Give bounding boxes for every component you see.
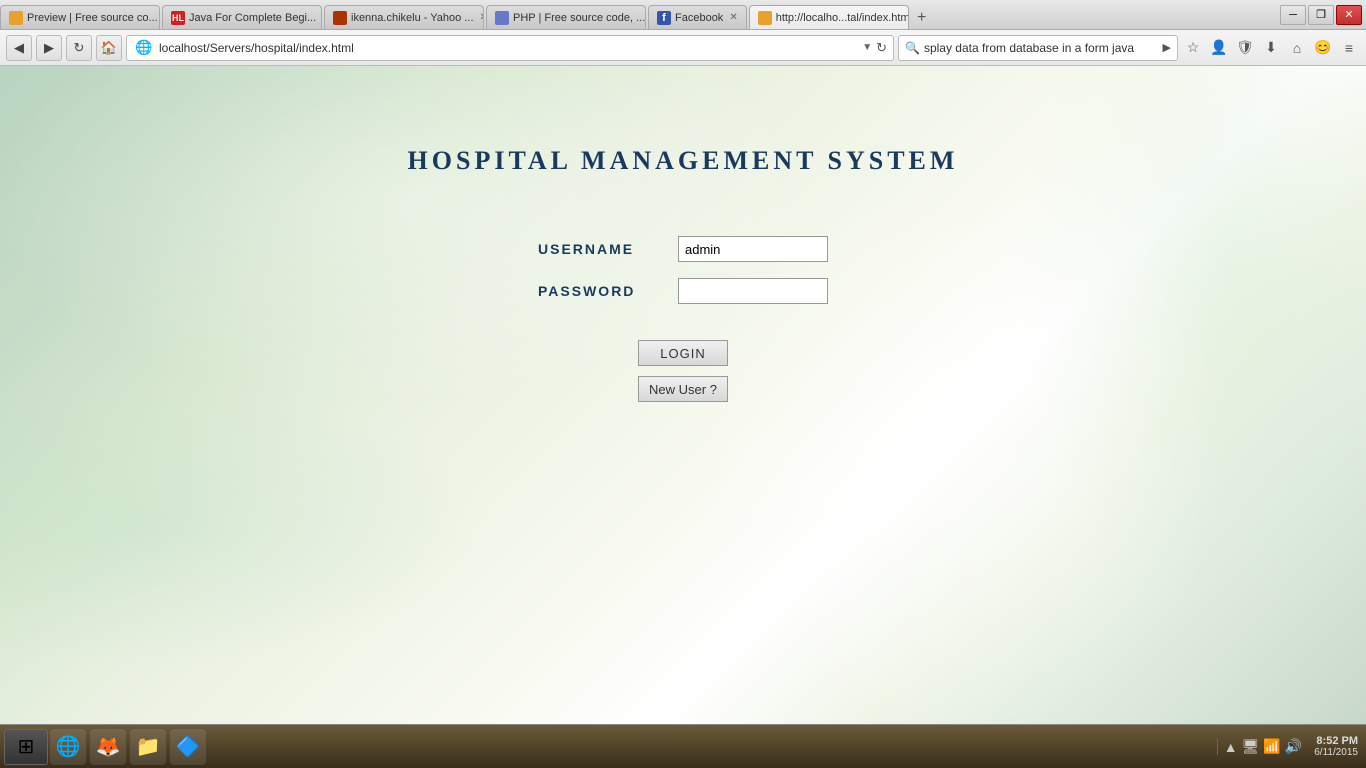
password-input[interactable]	[678, 278, 828, 304]
tab-favicon-6	[758, 11, 772, 25]
form-buttons: LOGIN New User ?	[638, 340, 728, 402]
clock-date: 6/11/2015	[1314, 747, 1358, 758]
search-input[interactable]	[924, 41, 1159, 55]
address-refresh-icon[interactable]: ↻	[876, 40, 887, 56]
shield-icon[interactable]: 🛡	[1234, 37, 1256, 59]
tab-close-3[interactable]: ✕	[480, 12, 484, 23]
tab-favicon-4	[495, 11, 509, 25]
menu-icon[interactable]: ≡	[1338, 37, 1360, 59]
tab-php[interactable]: PHP | Free source code, ... ✕	[486, 5, 646, 29]
user-icon[interactable]: 👤	[1208, 37, 1230, 59]
tray-signal-icon[interactable]: 📶	[1263, 738, 1280, 755]
title-bar: Preview | Free source co... ✕ HL Java Fo…	[0, 0, 1366, 30]
taskbar-apps: 🌐 🦊 📁 🔷	[50, 729, 1215, 765]
nav-icons: ☆ 👤 🛡 ⬇ ⌂ 😊 ≡	[1182, 37, 1360, 59]
browser-window: Preview | Free source co... ✕ HL Java Fo…	[0, 0, 1366, 768]
tab-java[interactable]: HL Java For Complete Begi... ✕	[162, 5, 322, 29]
username-input[interactable]	[678, 236, 828, 262]
clock-time: 8:52 PM	[1314, 735, 1358, 747]
address-bar-container[interactable]: 🌐 ▼ ↻	[126, 35, 894, 61]
back-button[interactable]: ◀	[6, 35, 32, 61]
tab-current[interactable]: http://localho...tal/index.html ✕	[749, 5, 909, 29]
minimize-button[interactable]: ─	[1280, 5, 1306, 25]
page-title: HOSPITAL MANAGEMENT SYSTEM	[408, 146, 959, 176]
window-controls: ─ ❐ ✕	[1280, 0, 1366, 29]
tray-network-icon[interactable]: 🖥	[1242, 738, 1260, 755]
tab-favicon-1	[9, 11, 23, 25]
tab-label-4: PHP | Free source code, ...	[513, 12, 645, 24]
tab-label-3: ikenna.chikelu - Yahoo ...	[351, 12, 474, 24]
taskbar-ie[interactable]: 🌐	[50, 729, 86, 765]
nav-bar: ◀ ▶ ↻ 🏠 🌐 ▼ ↻ 🔍 ▶ ☆ 👤 🛡 ⬇ ⌂ 😊 ≡	[0, 30, 1366, 66]
forward-button[interactable]: ▶	[36, 35, 62, 61]
tabs-area: Preview | Free source co... ✕ HL Java Fo…	[0, 0, 1280, 29]
tab-close-5[interactable]: ✕	[729, 12, 737, 23]
login-button[interactable]: LOGIN	[638, 340, 728, 366]
tray-volume-icon[interactable]: 🔊	[1285, 738, 1302, 755]
search-icon: 🔍	[905, 41, 920, 55]
taskbar-app4[interactable]: 🔷	[170, 729, 206, 765]
taskbar-explorer[interactable]: 📁	[130, 729, 166, 765]
close-button[interactable]: ✕	[1336, 5, 1362, 25]
tab-label-6: http://localho...tal/index.html	[776, 12, 909, 24]
page-icon: 🌐	[133, 37, 155, 59]
taskbar-right: ▲ 🖥 📶 🔊 8:52 PM 6/11/2015	[1217, 735, 1362, 758]
tab-favicon-2: HL	[171, 11, 185, 25]
tab-favicon-3	[333, 11, 347, 25]
tab-yahoo[interactable]: ikenna.chikelu - Yahoo ... ✕	[324, 5, 484, 29]
bookmark-icon[interactable]: ☆	[1182, 37, 1204, 59]
address-input[interactable]	[159, 41, 858, 55]
home-nav-icon[interactable]: ⌂	[1286, 37, 1308, 59]
taskbar: ⊞ 🌐 🦊 📁 🔷 ▲ 🖥 📶 🔊 8:52 PM 6/11/2015	[0, 724, 1366, 768]
tab-label-2: Java For Complete Begi...	[189, 12, 316, 24]
tab-preview[interactable]: Preview | Free source co... ✕	[0, 5, 160, 29]
download-icon[interactable]: ⬇	[1260, 37, 1282, 59]
system-tray: ▲ 🖥 📶 🔊	[1217, 738, 1309, 755]
address-dropdown-icon[interactable]: ▼	[862, 42, 872, 53]
clock: 8:52 PM 6/11/2015	[1314, 735, 1362, 758]
tab-label-1: Preview | Free source co...	[27, 12, 158, 24]
tab-favicon-5: f	[657, 11, 671, 25]
home-button[interactable]: 🏠	[96, 35, 122, 61]
profile-icon[interactable]: 😊	[1312, 37, 1334, 59]
search-bar-container[interactable]: 🔍 ▶	[898, 35, 1178, 61]
page-inner: HOSPITAL MANAGEMENT SYSTEM USERNAME PASS…	[0, 66, 1366, 402]
username-row: USERNAME	[538, 236, 828, 262]
page-content: HOSPITAL MANAGEMENT SYSTEM USERNAME PASS…	[0, 66, 1366, 724]
new-tab-button[interactable]: +	[911, 7, 933, 29]
taskbar-firefox[interactable]: 🦊	[90, 729, 126, 765]
tab-facebook[interactable]: f Facebook ✕	[648, 5, 747, 29]
username-label: USERNAME	[538, 241, 678, 257]
start-button[interactable]: ⊞	[4, 729, 48, 765]
login-form: USERNAME PASSWORD LOGIN New User ?	[538, 236, 828, 402]
search-go-icon[interactable]: ▶	[1163, 41, 1171, 54]
password-label: PASSWORD	[538, 283, 678, 299]
password-row: PASSWORD	[538, 278, 828, 304]
tray-arrow-icon[interactable]: ▲	[1224, 739, 1238, 755]
tab-label-5: Facebook	[675, 12, 723, 24]
refresh-button[interactable]: ↻	[66, 35, 92, 61]
new-user-button[interactable]: New User ?	[638, 376, 728, 402]
restore-button[interactable]: ❐	[1308, 5, 1334, 25]
